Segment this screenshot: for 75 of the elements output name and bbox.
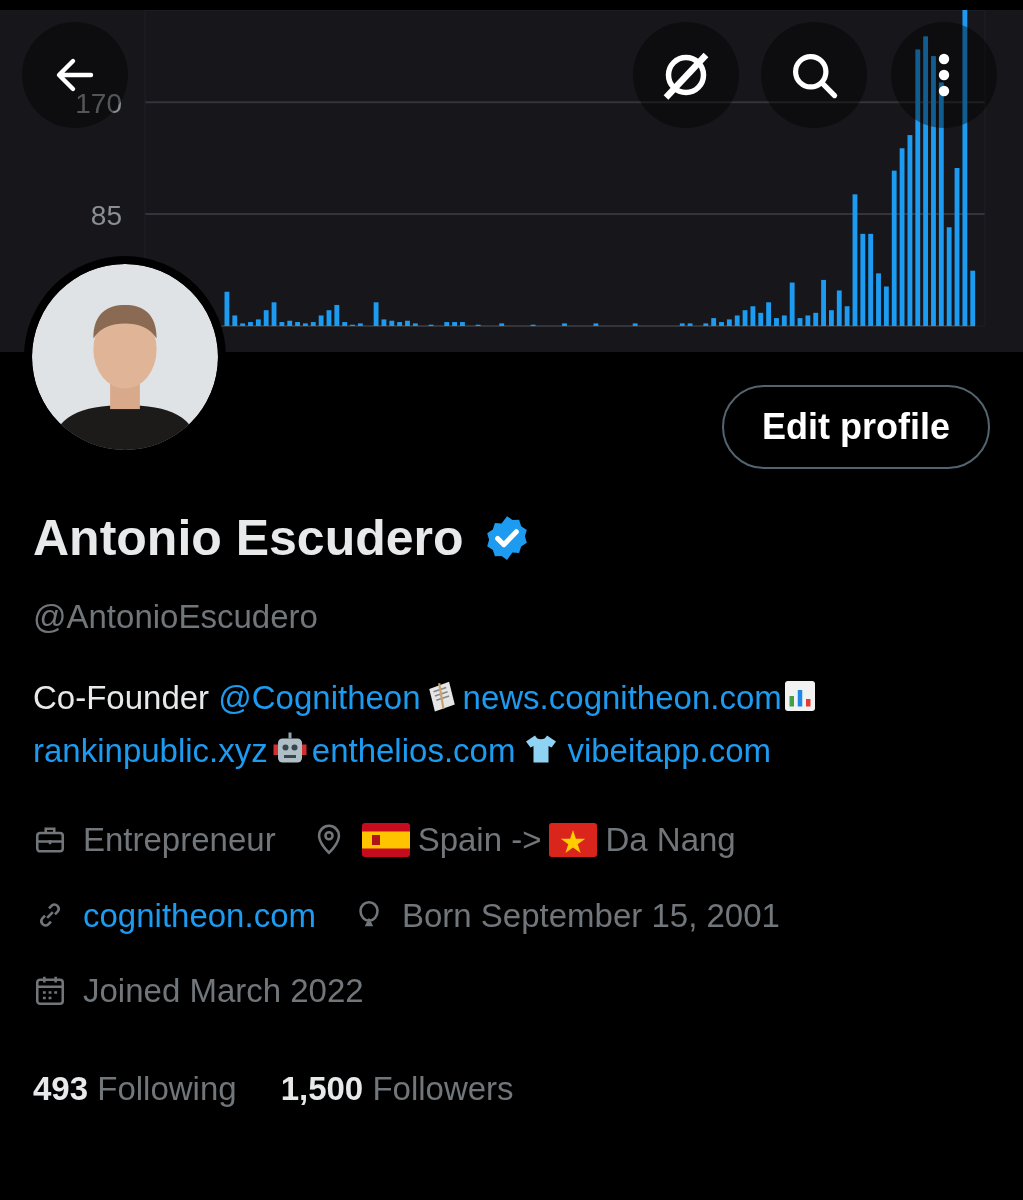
bar xyxy=(255,319,261,326)
bar xyxy=(805,315,811,326)
bar xyxy=(334,304,340,326)
profile-handle: @AntonioEscudero xyxy=(33,596,319,637)
edit-profile-button[interactable]: Edit profile xyxy=(722,385,990,469)
link[interactable]: @Cognitheon xyxy=(218,679,421,716)
bar xyxy=(562,323,567,326)
bio-text: Co-Founder @Cognitheon news.cognitheon.com rankinpublic.xyz enthelios.com vibeitapp.com xyxy=(33,671,990,777)
bar xyxy=(719,322,724,326)
bar xyxy=(632,323,638,326)
bar xyxy=(742,310,748,326)
bar xyxy=(844,306,850,326)
bar xyxy=(444,322,450,326)
bar xyxy=(813,312,819,326)
link[interactable]: enthelios.com xyxy=(311,732,516,769)
website-link[interactable]: cognitheon.com xyxy=(83,890,316,940)
bar xyxy=(412,323,418,326)
bar xyxy=(326,310,332,326)
bar xyxy=(797,318,803,326)
bar xyxy=(232,315,238,326)
profile-detail: Da Nang xyxy=(605,820,736,860)
bar xyxy=(240,323,246,326)
bar xyxy=(295,322,300,326)
bar xyxy=(342,322,348,326)
bar xyxy=(703,323,709,326)
profile-detail: Joined March 2022 xyxy=(83,971,364,1011)
bar xyxy=(279,322,285,326)
bar xyxy=(248,322,253,326)
bar xyxy=(711,318,717,326)
bar xyxy=(766,302,772,326)
bar xyxy=(460,322,465,326)
bar xyxy=(687,323,693,326)
bar xyxy=(821,279,826,326)
bar xyxy=(970,270,976,326)
bar xyxy=(263,310,269,326)
bar xyxy=(750,306,756,326)
bar xyxy=(397,322,403,326)
flag-icon xyxy=(549,822,598,857)
bar xyxy=(876,273,881,326)
link[interactable]: rankinpublic.xyz xyxy=(33,732,268,769)
flag-icon xyxy=(361,822,410,857)
bar xyxy=(452,322,457,326)
bar xyxy=(726,319,732,326)
bar xyxy=(310,322,316,326)
bar xyxy=(499,323,505,326)
bar xyxy=(734,315,740,326)
bar xyxy=(789,282,795,326)
profile-name: Antonio Escudero xyxy=(33,509,464,568)
link[interactable]: vibeitapp.com xyxy=(567,732,771,769)
bar xyxy=(318,315,324,326)
bar xyxy=(224,291,230,326)
profile-detail: Spain -> xyxy=(417,820,542,860)
bar xyxy=(405,320,410,326)
link[interactable]: news.cognitheon.com xyxy=(462,679,782,716)
profile-detail: Born September 15, 2001 xyxy=(402,895,780,936)
bar xyxy=(829,310,834,326)
bar xyxy=(381,319,387,326)
bar xyxy=(303,323,308,326)
profile-detail: Entrepreneur xyxy=(83,820,276,860)
axis-label: 170 xyxy=(75,88,122,120)
bar xyxy=(357,323,363,326)
bar xyxy=(271,302,277,326)
bar xyxy=(781,315,787,326)
bar xyxy=(836,290,842,326)
bar xyxy=(593,323,599,326)
following-link[interactable]: 493 Following xyxy=(33,1063,237,1113)
bar xyxy=(883,286,889,326)
followers-link[interactable]: 1,500 Followers xyxy=(280,1063,514,1113)
bar xyxy=(373,302,379,326)
bar xyxy=(389,320,395,326)
axis-label: 85 xyxy=(90,200,122,232)
bar xyxy=(287,320,293,326)
bar xyxy=(758,312,764,326)
bar xyxy=(679,323,685,326)
bar xyxy=(774,318,779,326)
